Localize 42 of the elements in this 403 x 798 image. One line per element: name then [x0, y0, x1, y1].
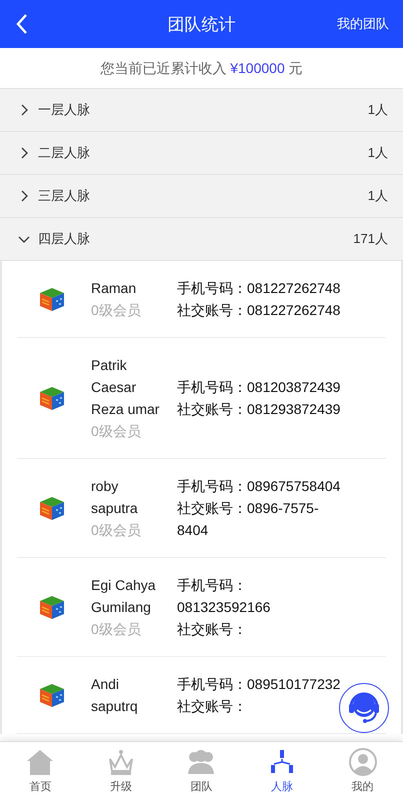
member-name: Raman: [91, 279, 138, 298]
member-level: 0级会员: [91, 620, 142, 639]
social-account: 社交账号：081227262748: [177, 301, 342, 320]
nav-tab[interactable]: 升级: [80, 742, 162, 798]
level-row[interactable]: 一层人脉 1人: [0, 89, 403, 132]
phone-number: 手机号码：081227262748: [177, 279, 342, 298]
member-level: 0级会员: [91, 301, 142, 320]
nav-tab[interactable]: 团队: [161, 742, 242, 798]
page-title: 团队统计: [168, 14, 236, 36]
member-name: Andi saputrq: [91, 675, 139, 716]
social-account: 社交账号：0896-7575-8404: [177, 499, 320, 540]
member-name: roby saputra: [91, 477, 139, 518]
social-account: 社交账号：: [177, 697, 248, 716]
level-label: 二层人脉: [38, 144, 90, 162]
customer-service-button[interactable]: [339, 683, 389, 733]
my-team-link[interactable]: 我的团队: [337, 15, 389, 33]
level-row[interactable]: 四层人脉 171人: [0, 218, 403, 261]
level-label: 四层人脉: [38, 230, 90, 248]
user-icon: [348, 746, 378, 776]
level-label: 一层人脉: [38, 101, 90, 119]
level-count: 1人: [368, 101, 388, 119]
level-label: 三层人脉: [38, 187, 90, 205]
income-summary: 您当前已近累计收入 ¥100000 元: [99, 59, 304, 78]
social-account: 社交账号：081293872439: [177, 400, 342, 419]
phone-number: 手机号码：081203872439: [177, 378, 342, 397]
level-count: 171人: [353, 230, 388, 248]
member-name: Patrik Caesar Reza umar: [91, 356, 160, 419]
level-count: 1人: [368, 144, 388, 162]
nav-tab[interactable]: 人脉: [242, 742, 322, 798]
nav-tab[interactable]: 首页: [0, 742, 81, 798]
level-row[interactable]: 二层人脉 1人: [0, 132, 403, 175]
nav-tab[interactable]: 我的: [322, 742, 403, 798]
member-name: Egi Cahya Gumilang: [91, 576, 157, 617]
phone-number: 手机号码：089675758404: [177, 477, 342, 496]
back-icon[interactable]: [16, 13, 28, 35]
member-level: 0级会员: [91, 422, 142, 441]
level-count: 1人: [368, 187, 388, 205]
member-level: 0级会员: [91, 521, 142, 540]
level-row[interactable]: 三层人脉 1人: [0, 175, 403, 218]
phone-number: 手机号码：089510177232: [177, 675, 342, 694]
social-account: 社交账号：: [177, 620, 248, 639]
phone-number: 手机号码：081323592166: [177, 576, 272, 617]
